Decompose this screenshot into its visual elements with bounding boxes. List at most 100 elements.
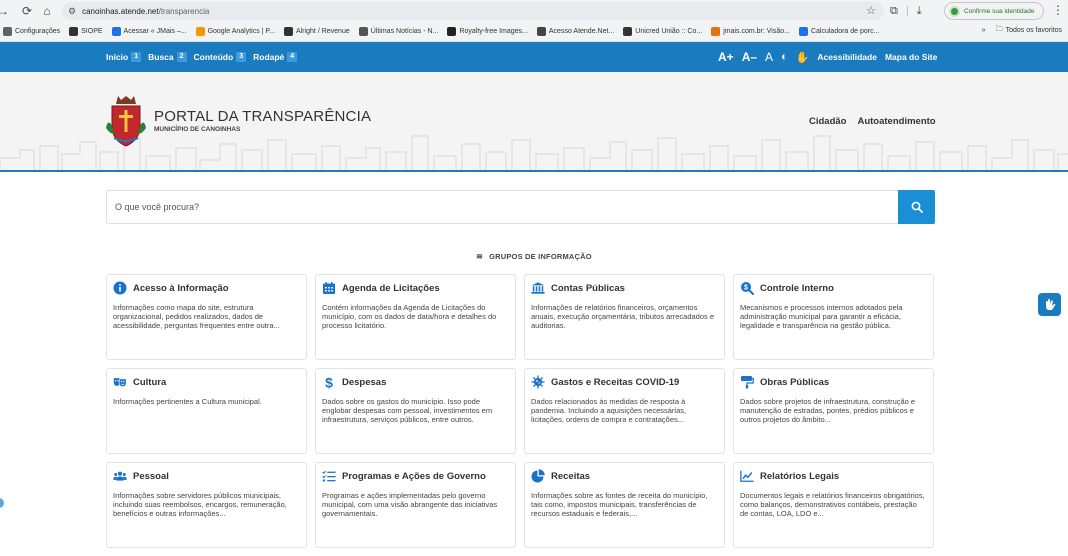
browser-toolbar: → ⟳ ⌂ ⚙ canoinhas.atende.net/transparenc…: [0, 0, 1068, 22]
card-title: Programas e Ações de Governo: [342, 470, 486, 482]
download-icon[interactable]: ⤓: [917, 5, 922, 18]
sign-language-icon: [1045, 298, 1055, 310]
portal-title: PORTAL DA TRANSPARÊNCIA: [154, 108, 372, 125]
bookmark-item[interactable]: Configurações: [3, 27, 60, 36]
site-settings-icon[interactable]: ⚙: [68, 6, 76, 17]
card-header: Contas Públicas: [531, 281, 718, 295]
card-description: Informações pertinentes a Cultura munici…: [113, 397, 262, 406]
browser-menu-icon[interactable]: ⋮: [1052, 3, 1064, 17]
group-card-gastos-e-receitas-covid-19[interactable]: Gastos e Receitas COVID-19 Dados relacion…: [524, 368, 725, 454]
bookmark-item[interactable]: Últimas Notícias - N...: [358, 27, 439, 36]
skip-link-label: Conteúdo: [193, 52, 234, 62]
group-card-agenda-de-licitacoes[interactable]: Agenda de Licitações Contém informações d…: [315, 274, 516, 360]
group-card-acesso-a-informacao[interactable]: Acesso à Informação Informações como mapa…: [106, 274, 307, 360]
skip-link-label: Rodapé: [253, 52, 285, 62]
folder-icon: 🗀: [995, 26, 1003, 33]
groups-heading: ≋ GRUPOS DE INFORMAÇÃO: [0, 252, 1068, 261]
sitemap-link[interactable]: Mapa do Site: [885, 52, 937, 62]
group-card-pessoal[interactable]: Pessoal Informações sobre servidores públ…: [106, 462, 307, 548]
group-card-despesas[interactable]: $ Despesas Dados sobre os gastos do municí…: [315, 368, 516, 454]
card-title: Contas Públicas: [551, 282, 625, 294]
group-card-relatorios-legais[interactable]: Relatórios Legais Documentos legais e rel…: [733, 462, 934, 548]
reload-icon[interactable]: ⟳: [18, 2, 36, 20]
group-card-programas-e-acoes-de-governo[interactable]: Programas e Ações de Governo Programas e …: [315, 462, 516, 548]
group-card-controle-interno[interactable]: $ Controle Interno Mecanismos e processos …: [733, 274, 934, 360]
card-header: Gastos e Receitas COVID-19: [531, 375, 718, 389]
accessibility-link[interactable]: Acessibilidade: [817, 52, 877, 62]
search-input[interactable]: [115, 191, 895, 223]
all-bookmarks[interactable]: 🗀 Todos os favoritos: [996, 25, 1062, 36]
skip-link-shortcut: 3: [236, 52, 247, 62]
bookmark-label: SIOPE: [81, 28, 103, 35]
side-float-icon[interactable]: [0, 496, 6, 510]
bookmark-label: Acesso Atende.Net...: [548, 28, 615, 35]
bookmark-label: Unicred União :: Co...: [635, 28, 703, 35]
bookmark-star-icon[interactable]: ☆: [866, 4, 876, 17]
bookmark-favicon-icon: [69, 27, 79, 36]
skip-link-shortcut: 1: [131, 52, 142, 62]
font-decrease-button[interactable]: A–: [742, 50, 757, 64]
bookmark-item[interactable]: Acesso Atende.Net...: [536, 27, 615, 36]
accessibility-hand-icon[interactable]: ✋: [796, 51, 810, 64]
card-header: Pessoal: [113, 469, 300, 483]
card-title: Controle Interno: [760, 282, 834, 294]
card-title: Relatórios Legais: [760, 470, 840, 482]
nav-autoatendimento[interactable]: Autoatendimento: [857, 116, 935, 127]
group-card-obras-publicas[interactable]: Obras Públicas Dados sobre projetos de in…: [733, 368, 934, 454]
bookmark-favicon-icon: [3, 27, 12, 36]
bookmark-item[interactable]: Google Analytics | P...: [195, 27, 275, 36]
forward-icon[interactable]: →: [0, 2, 12, 20]
svg-text:$: $: [325, 375, 333, 389]
identity-button[interactable]: Confirme sua identidade: [944, 2, 1044, 20]
bookmarks-bar: Configurações SIOPE Acessar « JMais –... Go…: [0, 22, 1068, 42]
info-icon: [113, 281, 127, 295]
skip-links: Início 1 Busca 2 Conteúdo 3 Rodapé 4: [106, 52, 298, 62]
city-skyline-decoration: [0, 135, 1068, 170]
card-title: Cultura: [133, 376, 167, 388]
bookmarks-overflow-icon[interactable]: »: [982, 27, 986, 34]
skip-link[interactable]: Busca 2: [148, 52, 187, 62]
extensions-icon[interactable]: ⧉: [890, 5, 898, 18]
home-icon[interactable]: ⌂: [38, 2, 56, 20]
toolbar-icons: ⧉ | ⤓: [890, 2, 922, 20]
group-card-contas-publicas[interactable]: Contas Públicas Informações de relatórios…: [524, 274, 725, 360]
bookmark-label: Calculadora de porc...: [810, 28, 880, 35]
font-increase-button[interactable]: A+: [718, 50, 734, 64]
groups-heading-text: GRUPOS DE INFORMAÇÃO: [489, 252, 592, 261]
bookmark-item[interactable]: Royalty-free Images...: [447, 27, 528, 36]
skip-link[interactable]: Início 1: [106, 52, 142, 62]
bookmark-item[interactable]: Unicred União :: Co...: [623, 27, 702, 36]
card-title: Acesso à Informação: [133, 282, 229, 294]
url-host: canoinhas.atende.net: [82, 6, 159, 16]
nav-cidadao[interactable]: Cidadão: [809, 116, 846, 127]
group-card-cultura[interactable]: Cultura Informações pertinentes a Cultura…: [106, 368, 307, 454]
bookmark-item[interactable]: SIOPE: [69, 27, 103, 36]
bookmark-favicon-icon: [358, 27, 368, 36]
card-description: Dados sobre os gastos do município. Isso…: [322, 397, 493, 424]
font-reset-button[interactable]: A: [765, 50, 773, 64]
card-title: Receitas: [551, 470, 591, 482]
skip-link-label: Início: [106, 52, 129, 62]
municipal-crest-logo: [106, 96, 146, 147]
bookmark-item[interactable]: Acessar « JMais –...: [111, 27, 187, 36]
bookmark-favicon-icon: [536, 27, 546, 36]
skip-link[interactable]: Conteúdo 3: [194, 52, 247, 62]
contrast-icon[interactable]: ◐: [781, 51, 788, 63]
skip-link[interactable]: Rodapé 4: [253, 52, 298, 62]
card-description: Mecanismos e processos internos adotados…: [740, 303, 903, 330]
bookmark-item[interactable]: jmais.com.br: Visão...: [711, 27, 790, 36]
list-check-icon: [322, 469, 336, 483]
address-bar[interactable]: ⚙ canoinhas.atende.net/transparencia ☆: [62, 2, 884, 20]
card-title: Despesas: [342, 376, 387, 388]
card-description: Documentos legais e relatórios financeir…: [740, 491, 925, 518]
bookmark-item[interactable]: Calculadora de porc...: [798, 27, 880, 36]
theater-masks-icon: [113, 375, 127, 389]
bookmark-label: Últimas Notícias - N...: [370, 28, 439, 35]
group-card-receitas[interactable]: Receitas Informações sobre as fontes de r…: [524, 462, 725, 548]
bookmark-item[interactable]: Alright / Revenue: [284, 27, 350, 36]
search-button[interactable]: [898, 190, 935, 224]
card-description: Informações sobre servidores públicos mu…: [113, 491, 287, 518]
card-header: Relatórios Legais: [740, 469, 927, 483]
bookmark-favicon-icon: [447, 27, 457, 36]
vlibras-button[interactable]: [1038, 293, 1061, 316]
